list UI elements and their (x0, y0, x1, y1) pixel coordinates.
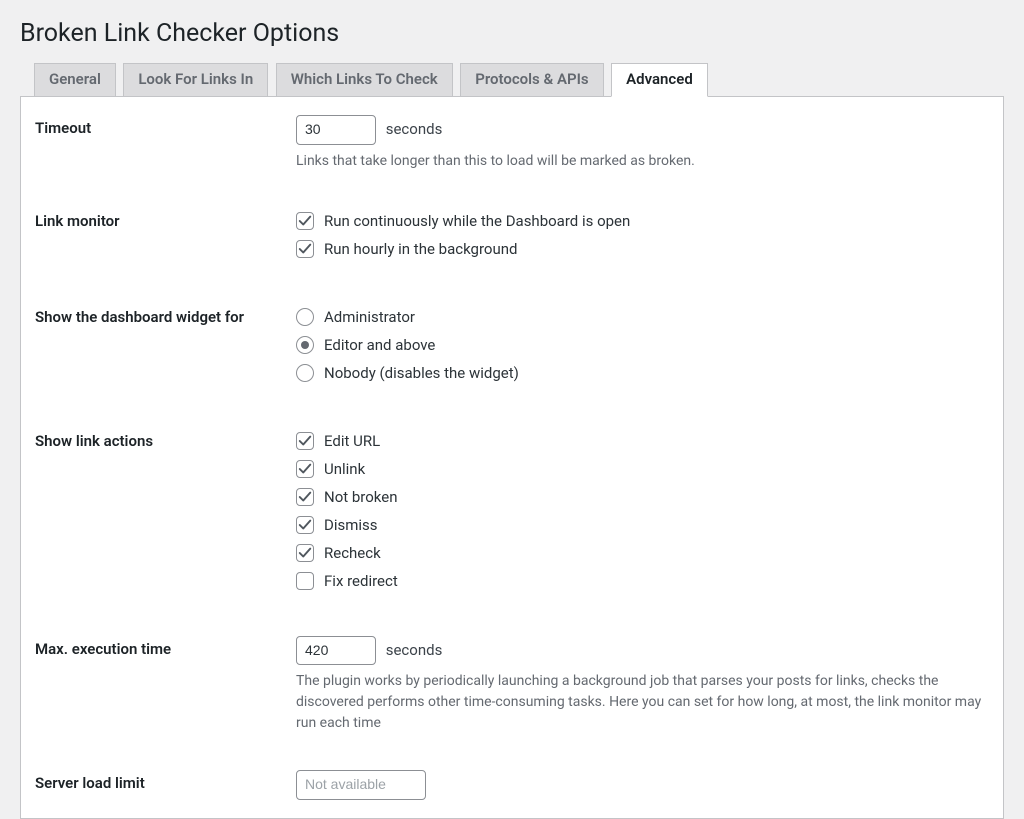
max-exec-description: The plugin works by periodically launchi… (296, 671, 993, 734)
checkmark-icon (298, 546, 312, 560)
checkbox-not-broken[interactable] (296, 488, 314, 506)
dashboard-widget-label: Show the dashboard widget for (21, 286, 296, 410)
settings-panel: Timeout seconds Links that take longer t… (20, 97, 1004, 819)
checkmark-icon (298, 490, 312, 504)
checkbox-recheck-label: Recheck (324, 544, 381, 562)
timeout-unit: seconds (386, 120, 443, 138)
max-exec-unit: seconds (386, 641, 443, 659)
tab-which-links[interactable]: Which Links To Check (276, 63, 453, 96)
checkbox-fix-redirect-label: Fix redirect (324, 572, 398, 590)
checkmark-icon (298, 214, 312, 228)
tab-protocols-apis[interactable]: Protocols & APIs (460, 63, 603, 96)
timeout-description: Links that take longer than this to load… (296, 151, 993, 172)
tab-navigation: General Look For Links In Which Links To… (20, 62, 1004, 97)
max-exec-label: Max. execution time (21, 618, 296, 753)
radio-nobody[interactable] (296, 364, 314, 382)
tab-general[interactable]: General (34, 63, 116, 96)
radio-administrator[interactable] (296, 308, 314, 326)
checkbox-unlink-label: Unlink (324, 460, 365, 478)
checkbox-run-continuously-label: Run continuously while the Dashboard is … (324, 212, 630, 230)
checkbox-run-hourly[interactable] (296, 240, 314, 258)
tab-advanced[interactable]: Advanced (611, 63, 708, 97)
checkmark-icon (298, 242, 312, 256)
server-load-input[interactable] (296, 770, 426, 800)
checkbox-unlink[interactable] (296, 460, 314, 478)
checkmark-icon (298, 434, 312, 448)
checkbox-edit-url[interactable] (296, 432, 314, 450)
checkbox-run-continuously[interactable] (296, 212, 314, 230)
checkbox-recheck[interactable] (296, 544, 314, 562)
timeout-label: Timeout (21, 97, 296, 190)
link-monitor-label: Link monitor (21, 190, 296, 286)
checkbox-dismiss[interactable] (296, 516, 314, 534)
checkbox-run-hourly-label: Run hourly in the background (324, 240, 517, 258)
page-title: Broken Link Checker Options (20, 10, 1004, 62)
checkbox-not-broken-label: Not broken (324, 488, 398, 506)
radio-editor-above-label: Editor and above (324, 336, 435, 354)
radio-administrator-label: Administrator (324, 308, 415, 326)
timeout-input[interactable] (296, 115, 376, 145)
checkbox-dismiss-label: Dismiss (324, 516, 378, 534)
link-actions-label: Show link actions (21, 410, 296, 618)
server-load-label: Server load limit (21, 752, 296, 818)
max-exec-input[interactable] (296, 636, 376, 666)
checkbox-edit-url-label: Edit URL (324, 432, 380, 450)
checkbox-fix-redirect[interactable] (296, 572, 314, 590)
tab-look-for-links[interactable]: Look For Links In (123, 63, 268, 96)
radio-editor-above[interactable] (296, 336, 314, 354)
checkmark-icon (298, 462, 312, 476)
checkmark-icon (298, 518, 312, 532)
radio-nobody-label: Nobody (disables the widget) (324, 364, 519, 382)
